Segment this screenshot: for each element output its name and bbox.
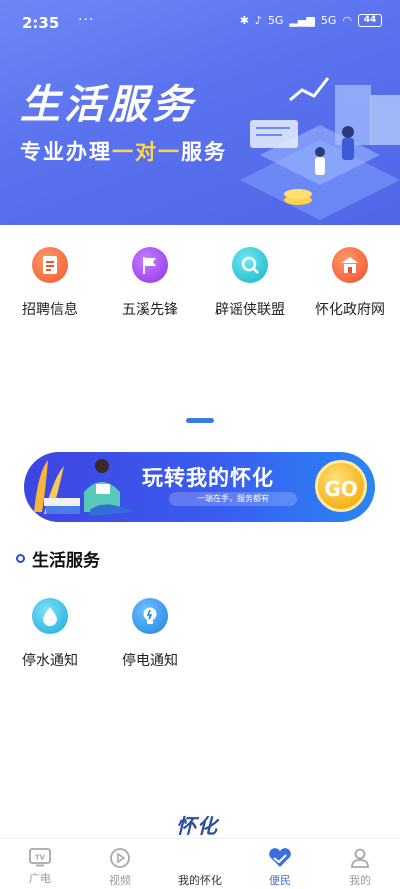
- hero-banner: 2:35 ··· ✱ ♪ 5G ▂▄▆ 5G ◠ 44 生活服务 专业办理一对一…: [0, 0, 400, 225]
- quick-links-grid: 招聘信息 五溪先锋 辟谣侠联盟 怀化政府网: [0, 240, 400, 330]
- water-drop-icon: [32, 598, 68, 634]
- promo-banner[interactable]: 玩转我的怀化 一端在手，服务都有 GO: [24, 452, 375, 522]
- nav-tab-video[interactable]: 视频: [80, 839, 160, 889]
- bluetooth-icon: ✱: [239, 14, 249, 27]
- nav-tab-my-huaihua[interactable]: 我的怀化: [160, 839, 240, 889]
- quick-link-label: 怀化政府网: [315, 302, 385, 318]
- search-icon: [232, 247, 268, 283]
- signal-5g-1: 5G: [267, 14, 284, 27]
- services-grid: 停水通知 停电通知: [0, 598, 400, 670]
- heart-icon: [269, 848, 291, 867]
- flag-icon: [132, 247, 168, 283]
- hero-subtitle: 专业办理一对一服务: [20, 136, 227, 166]
- promo-tagline: 一端在手，服务都有: [169, 492, 297, 506]
- section-dot-icon: [16, 554, 25, 563]
- play-icon: [110, 848, 130, 868]
- government-building-icon: [332, 247, 368, 283]
- bottom-nav: TV 广电 视频 我的怀化 便民 我的: [0, 838, 400, 889]
- signal-bars-icon: ▂▄▆: [289, 14, 315, 27]
- section-title: 生活服务: [16, 546, 100, 571]
- nav-tab-me[interactable]: 我的: [320, 839, 400, 889]
- nav-label-services: 便民: [269, 874, 291, 887]
- promo-go-button[interactable]: GO: [315, 460, 367, 512]
- status-bar: 2:35 ··· ✱ ♪ 5G ▂▄▆ 5G ◠ 44: [0, 0, 400, 46]
- quick-link-label: 辟谣侠联盟: [215, 302, 285, 318]
- mute-icon: ♪: [254, 14, 262, 27]
- status-more-dots: ···: [78, 12, 95, 28]
- tv-icon: TV: [29, 848, 51, 867]
- document-icon: [32, 247, 68, 283]
- promo-illustration: [34, 459, 134, 516]
- quick-link-wuxi-pioneer[interactable]: 五溪先锋: [100, 240, 200, 330]
- signal-5g-2: 5G: [320, 14, 337, 27]
- status-icons: ✱ ♪ 5G ▂▄▆ 5G ◠ 44: [240, 14, 382, 27]
- wifi-icon: ◠: [342, 14, 352, 27]
- user-icon: [351, 848, 369, 868]
- page-indicator: [186, 418, 214, 423]
- hero-subtitle-pre: 专业办理: [20, 140, 112, 164]
- nav-label-my-huaihua: 我的怀化: [178, 874, 222, 887]
- nav-label-me: 我的: [349, 874, 371, 887]
- hero-title: 生活服务: [20, 82, 196, 128]
- hero-subtitle-highlight: 一对一: [112, 140, 181, 164]
- service-water-outage[interactable]: 停水通知: [0, 598, 100, 670]
- promo-title: 玩转我的怀化: [142, 466, 274, 490]
- lightbulb-icon: [132, 598, 168, 634]
- quick-link-label: 五溪先锋: [122, 302, 178, 318]
- hero-subtitle-post: 服务: [181, 140, 227, 164]
- status-time: 2:35: [22, 14, 60, 32]
- nav-label-tv: 广电: [29, 872, 51, 885]
- battery-icon: 44: [358, 14, 382, 27]
- quick-link-government-site[interactable]: 怀化政府网: [300, 240, 400, 330]
- nav-tab-services[interactable]: 便民: [240, 839, 320, 889]
- service-label: 停电通知: [122, 653, 178, 669]
- service-power-outage[interactable]: 停电通知: [100, 598, 200, 670]
- svg-text:TV: TV: [35, 854, 46, 862]
- quick-link-label: 招聘信息: [22, 302, 78, 318]
- huaihua-logo-text: 怀化: [176, 814, 218, 838]
- section-title-text: 生活服务: [32, 551, 100, 571]
- nav-tab-tv[interactable]: TV 广电: [0, 839, 80, 889]
- service-label: 停水通知: [22, 653, 78, 669]
- nav-label-video: 视频: [109, 874, 131, 887]
- quick-link-rumor-alliance[interactable]: 辟谣侠联盟: [200, 240, 300, 330]
- quick-link-recruitment[interactable]: 招聘信息: [0, 240, 100, 330]
- hero-illustration: [240, 77, 400, 220]
